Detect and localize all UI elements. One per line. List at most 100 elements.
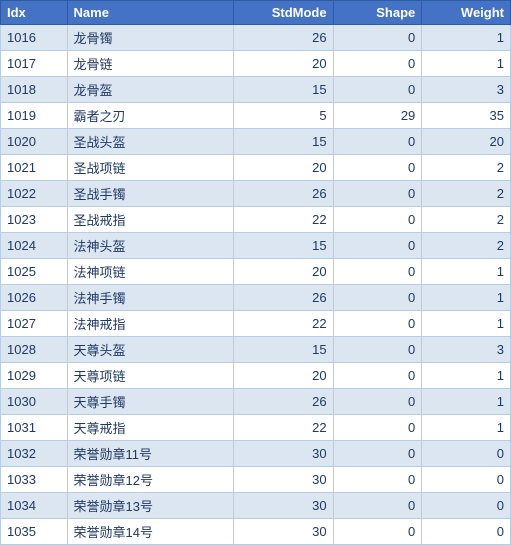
header-row: Idx Name StdMode Shape Weight	[1, 1, 511, 25]
cell-idx: 1032	[1, 441, 68, 467]
cell-shape: 0	[333, 467, 422, 493]
cell-stdmode: 22	[233, 207, 333, 233]
cell-idx: 1017	[1, 51, 68, 77]
cell-weight: 2	[422, 207, 511, 233]
cell-idx: 1020	[1, 129, 68, 155]
cell-name: 天尊项链	[67, 363, 233, 389]
cell-stdmode: 15	[233, 233, 333, 259]
cell-idx: 1028	[1, 337, 68, 363]
cell-shape: 0	[333, 25, 422, 51]
cell-name: 圣战头盔	[67, 129, 233, 155]
cell-name: 法神戒指	[67, 311, 233, 337]
cell-idx: 1031	[1, 415, 68, 441]
cell-name: 天尊手镯	[67, 389, 233, 415]
cell-shape: 0	[333, 415, 422, 441]
cell-weight: 1	[422, 389, 511, 415]
cell-idx: 1033	[1, 467, 68, 493]
cell-shape: 0	[333, 389, 422, 415]
table-row: 1031天尊戒指2201	[1, 415, 511, 441]
cell-stdmode: 22	[233, 415, 333, 441]
cell-shape: 0	[333, 285, 422, 311]
header-idx: Idx	[1, 1, 68, 25]
cell-name: 荣誉勋章11号	[67, 441, 233, 467]
cell-stdmode: 20	[233, 363, 333, 389]
cell-name: 龙骨链	[67, 51, 233, 77]
cell-stdmode: 26	[233, 389, 333, 415]
table-row: 1018龙骨盔1503	[1, 77, 511, 103]
cell-shape: 0	[333, 311, 422, 337]
cell-weight: 2	[422, 233, 511, 259]
cell-weight: 1	[422, 311, 511, 337]
cell-idx: 1021	[1, 155, 68, 181]
cell-weight: 1	[422, 25, 511, 51]
table-row: 1017龙骨链2001	[1, 51, 511, 77]
cell-shape: 0	[333, 51, 422, 77]
cell-idx: 1034	[1, 493, 68, 519]
cell-weight: 0	[422, 441, 511, 467]
cell-weight: 1	[422, 51, 511, 77]
cell-idx: 1016	[1, 25, 68, 51]
cell-shape: 0	[333, 519, 422, 545]
table-row: 1019霸者之刃52935	[1, 103, 511, 129]
table-row: 1023圣战戒指2202	[1, 207, 511, 233]
table-row: 1021圣战项链2002	[1, 155, 511, 181]
cell-weight: 0	[422, 519, 511, 545]
cell-stdmode: 15	[233, 337, 333, 363]
table-row: 1033荣誉勋章12号3000	[1, 467, 511, 493]
cell-weight: 2	[422, 181, 511, 207]
cell-name: 荣誉勋章14号	[67, 519, 233, 545]
cell-idx: 1019	[1, 103, 68, 129]
cell-name: 法神项链	[67, 259, 233, 285]
cell-weight: 35	[422, 103, 511, 129]
table-row: 1020圣战头盔15020	[1, 129, 511, 155]
cell-weight: 1	[422, 363, 511, 389]
cell-stdmode: 30	[233, 519, 333, 545]
cell-stdmode: 30	[233, 493, 333, 519]
cell-shape: 0	[333, 259, 422, 285]
cell-idx: 1022	[1, 181, 68, 207]
cell-weight: 3	[422, 77, 511, 103]
cell-name: 龙骨镯	[67, 25, 233, 51]
cell-name: 霸者之刃	[67, 103, 233, 129]
cell-idx: 1018	[1, 77, 68, 103]
cell-weight: 20	[422, 129, 511, 155]
cell-weight: 2	[422, 155, 511, 181]
table-row: 1022圣战手镯2602	[1, 181, 511, 207]
cell-idx: 1026	[1, 285, 68, 311]
cell-shape: 0	[333, 181, 422, 207]
table-row: 1016龙骨镯2601	[1, 25, 511, 51]
cell-stdmode: 30	[233, 441, 333, 467]
cell-shape: 0	[333, 129, 422, 155]
table-row: 1028天尊头盔1503	[1, 337, 511, 363]
header-stdmode: StdMode	[233, 1, 333, 25]
table-row: 1025法神项链2001	[1, 259, 511, 285]
cell-stdmode: 15	[233, 77, 333, 103]
table-row: 1024法神头盔1502	[1, 233, 511, 259]
cell-shape: 0	[333, 363, 422, 389]
cell-weight: 0	[422, 467, 511, 493]
cell-weight: 1	[422, 285, 511, 311]
cell-stdmode: 26	[233, 285, 333, 311]
table-row: 1030天尊手镯2601	[1, 389, 511, 415]
data-table: Idx Name StdMode Shape Weight 1016龙骨镯260…	[0, 0, 511, 545]
header-shape: Shape	[333, 1, 422, 25]
cell-stdmode: 20	[233, 51, 333, 77]
cell-name: 法神手镯	[67, 285, 233, 311]
cell-name: 天尊戒指	[67, 415, 233, 441]
cell-idx: 1029	[1, 363, 68, 389]
cell-idx: 1030	[1, 389, 68, 415]
table-row: 1026法神手镯2601	[1, 285, 511, 311]
header-name: Name	[67, 1, 233, 25]
cell-weight: 0	[422, 493, 511, 519]
table-row: 1027法神戒指2201	[1, 311, 511, 337]
cell-shape: 0	[333, 441, 422, 467]
cell-name: 天尊头盔	[67, 337, 233, 363]
cell-shape: 0	[333, 493, 422, 519]
cell-stdmode: 26	[233, 25, 333, 51]
cell-name: 荣誉勋章12号	[67, 467, 233, 493]
cell-idx: 1025	[1, 259, 68, 285]
cell-name: 法神头盔	[67, 233, 233, 259]
cell-shape: 0	[333, 207, 422, 233]
cell-shape: 0	[333, 337, 422, 363]
cell-shape: 29	[333, 103, 422, 129]
